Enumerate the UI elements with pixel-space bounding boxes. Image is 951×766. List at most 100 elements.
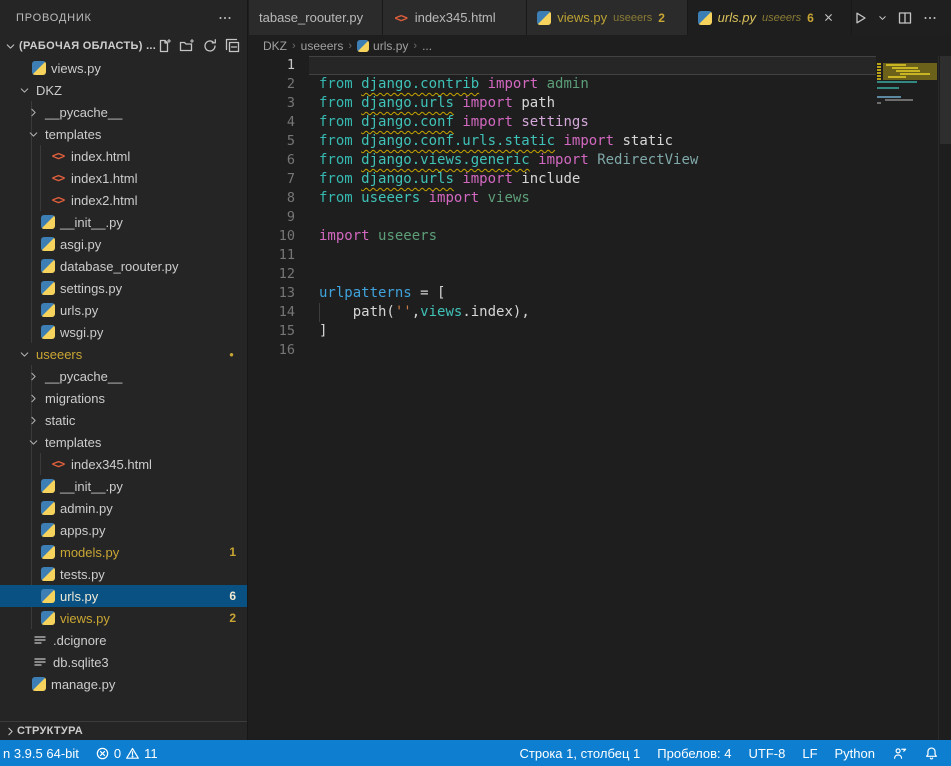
tab-tabase-roouter.py[interactable]: tabase_roouter.py xyxy=(249,0,383,35)
status-bell[interactable] xyxy=(924,746,939,761)
status-item[interactable]: Python xyxy=(835,746,875,761)
refresh-icon[interactable] xyxy=(202,38,218,54)
workspace-actions xyxy=(156,38,241,54)
editor-scrollbar xyxy=(938,56,951,740)
code-token: .index), xyxy=(462,304,529,320)
tab-index345.html[interactable]: <>index345.html xyxy=(383,0,528,35)
tab-views.py[interactable]: views.pyuseeers2 xyxy=(527,0,687,35)
code-token: from xyxy=(319,152,361,168)
collapse-all-icon[interactable] xyxy=(225,38,241,54)
status-feedback[interactable] xyxy=(892,746,907,761)
chevron-down-icon xyxy=(27,436,40,449)
tree-row-index1.html[interactable]: <> index1.html xyxy=(0,167,247,189)
status-item[interactable]: UTF-8 xyxy=(749,746,786,761)
tree-row-index.html[interactable]: <>index.html xyxy=(0,145,247,167)
file-list-icon xyxy=(32,632,48,648)
tree-row-templates[interactable]: templates xyxy=(0,123,247,145)
tree-row-.dcignore[interactable]: .dcignore xyxy=(0,629,247,651)
tree-row-views.py[interactable]: views.py2 xyxy=(0,607,247,629)
status-interpreter[interactable]: n 3.9.5 64-bit xyxy=(3,746,79,761)
outline-section-header[interactable]: СТРУКТУРА xyxy=(0,721,247,740)
tree-item-label: __init__.py xyxy=(60,215,123,230)
minimap[interactable] xyxy=(877,58,937,268)
code-token: include xyxy=(521,171,580,187)
tree-row-index345.html[interactable]: <>index345.html xyxy=(0,453,247,475)
code-editor[interactable]: 12345678910111213141516 from django.cont… xyxy=(249,56,951,740)
status-item[interactable]: Строка 1, столбец 1 xyxy=(520,746,641,761)
tree-row-index2.html[interactable]: <>index2.html xyxy=(0,189,247,211)
tree-item-label: index1.html xyxy=(71,171,137,186)
tree-row-DKZ[interactable]: DKZ xyxy=(0,79,247,101)
new-folder-icon[interactable] xyxy=(179,38,195,54)
status-left: n 3.9.5 64-bit 011 xyxy=(0,746,158,761)
status-item[interactable]: LF xyxy=(802,746,817,761)
code-token: import xyxy=(538,152,589,168)
minimap-line xyxy=(877,81,917,83)
new-file-icon[interactable] xyxy=(156,38,172,54)
html-icon: <> xyxy=(50,171,66,185)
tree-row--pycache-[interactable]: __pycache__ xyxy=(0,365,247,387)
tree-row-models.py[interactable]: models.py1 xyxy=(0,541,247,563)
code-line-4: from django.conf import settings xyxy=(319,113,871,132)
python-icon xyxy=(32,61,46,75)
tree-row--init-.py[interactable]: __init__.py xyxy=(0,475,247,497)
tree-row-tests.py[interactable]: tests.py xyxy=(0,563,247,585)
run-icon[interactable] xyxy=(852,10,868,26)
tab-urls.py[interactable]: urls.pyuseeers6 xyxy=(688,0,852,35)
chevron-right-icon xyxy=(27,414,40,427)
breadcrumb-label: ... xyxy=(422,39,432,53)
code-line-5: from django.conf.urls.static import stat… xyxy=(319,132,871,151)
tree-row-migrations[interactable]: migrations xyxy=(0,387,247,409)
file-list-icon xyxy=(32,654,48,670)
tree-row-wsgi.py[interactable]: wsgi.py xyxy=(0,321,247,343)
tree-row-settings.py[interactable]: settings.py xyxy=(0,277,247,299)
workspace-section-header[interactable]: (РАБОЧАЯ ОБЛАСТЬ) ... xyxy=(0,35,247,57)
scrollbar-thumb[interactable] xyxy=(940,56,951,144)
tree-row--init-.py[interactable]: __init__.py xyxy=(0,211,247,233)
split-editor-icon[interactable] xyxy=(897,10,913,26)
tree-row-useeers[interactable]: useeers● xyxy=(0,343,247,365)
breadcrumb-item[interactable]: useeers xyxy=(301,39,344,53)
more-actions-icon[interactable] xyxy=(217,10,233,26)
more-actions-icon[interactable] xyxy=(922,10,938,26)
minimap-line xyxy=(892,67,918,69)
tree-row-urls.py[interactable]: urls.py xyxy=(0,299,247,321)
code-token: path xyxy=(521,95,555,111)
chevron-right-icon xyxy=(27,392,40,405)
feedback-icon xyxy=(892,746,907,761)
code-line-7: from django.urls import include xyxy=(319,170,871,189)
status-bar: n 3.9.5 64-bit 011 Строка 1, столбец 1 Про… xyxy=(0,740,951,766)
tree-item-label: __pycache__ xyxy=(45,105,122,120)
tree-row-templates[interactable]: templates xyxy=(0,431,247,453)
tree-row-apps.py[interactable]: apps.py xyxy=(0,519,247,541)
tree-row-asgi.py[interactable]: asgi.py xyxy=(0,233,247,255)
tree-row-db.sqlite3[interactable]: db.sqlite3 xyxy=(0,651,247,673)
status-item[interactable]: Пробелов: 4 xyxy=(657,746,731,761)
tree-row-views.py[interactable]: views.py xyxy=(0,57,247,79)
breadcrumb-item[interactable]: ... xyxy=(422,39,432,53)
tree-row-urls.py[interactable]: urls.py6 xyxy=(0,585,247,607)
tree-item-label: templates xyxy=(45,127,101,142)
close-icon[interactable] xyxy=(822,11,835,24)
status-problems[interactable]: 011 xyxy=(95,746,158,761)
tree-row-static[interactable]: static xyxy=(0,409,247,431)
breadcrumb-label: urls.py xyxy=(373,39,408,53)
code-token: path( xyxy=(319,304,395,320)
code-token: import xyxy=(462,114,513,130)
python-icon xyxy=(41,545,55,559)
breadcrumb-item[interactable]: DKZ xyxy=(263,39,287,53)
breadcrumb-item[interactable]: urls.py xyxy=(357,39,408,53)
code-token: django.urls xyxy=(361,95,454,111)
tree-item-label: database_roouter.py xyxy=(60,259,179,274)
tree-item-label: urls.py xyxy=(60,589,98,604)
code-token xyxy=(479,190,487,206)
minimap-line xyxy=(877,72,881,74)
run-dropdown-icon[interactable] xyxy=(877,10,888,26)
tree-row--pycache-[interactable]: __pycache__ xyxy=(0,101,247,123)
tree-item-label: migrations xyxy=(45,391,105,406)
python-icon xyxy=(41,281,55,295)
code-lines: from django.contrib import adminfrom dja… xyxy=(319,56,871,360)
tree-row-manage.py[interactable]: manage.py xyxy=(0,673,247,695)
tree-row-admin.py[interactable]: admin.py xyxy=(0,497,247,519)
tree-row-database-roouter.py[interactable]: database_roouter.py xyxy=(0,255,247,277)
